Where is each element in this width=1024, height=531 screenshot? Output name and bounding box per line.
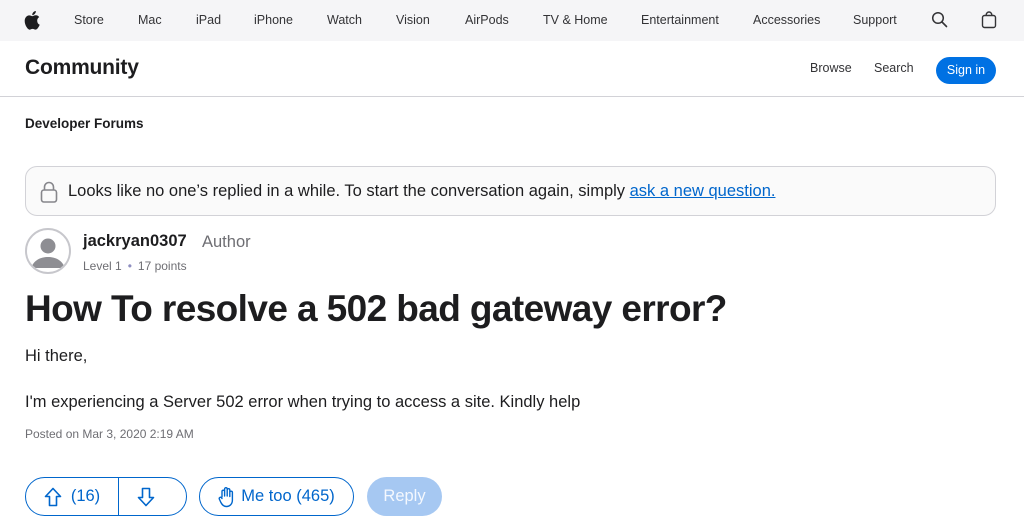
community-header: Community Browse Search Sign in xyxy=(0,41,1024,97)
nav-item-airpods[interactable]: AirPods xyxy=(465,0,509,41)
separator-dot: • xyxy=(127,259,132,273)
inactive-thread-notice: Looks like no one’s replied in a while. … xyxy=(25,166,996,216)
shopping-bag-icon[interactable] xyxy=(981,11,1001,31)
ask-new-question-link[interactable]: ask a new question. xyxy=(630,182,776,200)
me-too-button[interactable]: Me too (465) xyxy=(199,477,354,516)
post-title: How To resolve a 502 bad gateway error? xyxy=(25,288,727,329)
post-greeting: Hi there, xyxy=(25,347,88,365)
raised-hand-icon xyxy=(218,486,234,507)
nav-item-store[interactable]: Store xyxy=(74,0,104,41)
nav-item-support[interactable]: Support xyxy=(853,0,897,41)
author-name[interactable]: jackryan0307 xyxy=(83,232,187,251)
notice-text: Looks like no one’s replied in a while. … xyxy=(68,182,775,201)
author-badge: Author xyxy=(202,233,251,251)
me-too-label: Me too (465) xyxy=(241,487,335,505)
apple-logo-icon[interactable] xyxy=(24,10,44,30)
nav-item-accessories[interactable]: Accessories xyxy=(753,0,820,41)
upvote-count: (16) xyxy=(70,487,101,505)
community-title[interactable]: Community xyxy=(25,56,139,80)
author-points: 17 points xyxy=(137,259,187,273)
post-date: Posted on Mar 3, 2020 2:19 AM xyxy=(25,427,194,441)
author-level: Level 1 xyxy=(83,259,122,273)
post-body: I'm experiencing a Server 502 error when… xyxy=(25,393,581,411)
breadcrumb[interactable]: Developer Forums xyxy=(25,116,144,131)
nav-item-entertainment[interactable]: Entertainment xyxy=(641,0,719,41)
search-link[interactable]: Search xyxy=(874,61,914,75)
vote-control: (16) xyxy=(25,477,187,516)
downvote-button[interactable] xyxy=(119,478,186,515)
nav-item-ipad[interactable]: iPad xyxy=(196,0,221,41)
arrow-up-icon xyxy=(44,487,62,506)
nav-item-iphone[interactable]: iPhone xyxy=(254,0,293,41)
arrow-down-icon xyxy=(137,487,154,506)
user-avatar-icon xyxy=(31,238,65,268)
nav-item-mac[interactable]: Mac xyxy=(138,0,162,41)
browse-link[interactable]: Browse xyxy=(810,61,852,75)
lock-icon xyxy=(40,180,58,204)
nav-item-tv-home[interactable]: TV & Home xyxy=(543,0,608,41)
notice-message: Looks like no one’s replied in a while. … xyxy=(68,182,630,200)
author-meta: Level 1 • 17 points xyxy=(83,259,187,273)
global-nav: Store Mac iPad iPhone Watch Vision AirPo… xyxy=(0,0,1024,41)
search-icon[interactable] xyxy=(931,11,951,31)
nav-item-watch[interactable]: Watch xyxy=(327,0,362,41)
avatar[interactable] xyxy=(25,228,71,274)
nav-item-vision[interactable]: Vision xyxy=(396,0,430,41)
reply-button[interactable]: Reply xyxy=(367,477,442,516)
sign-in-button[interactable]: Sign in xyxy=(936,57,996,84)
upvote-button[interactable]: (16) xyxy=(26,478,119,515)
